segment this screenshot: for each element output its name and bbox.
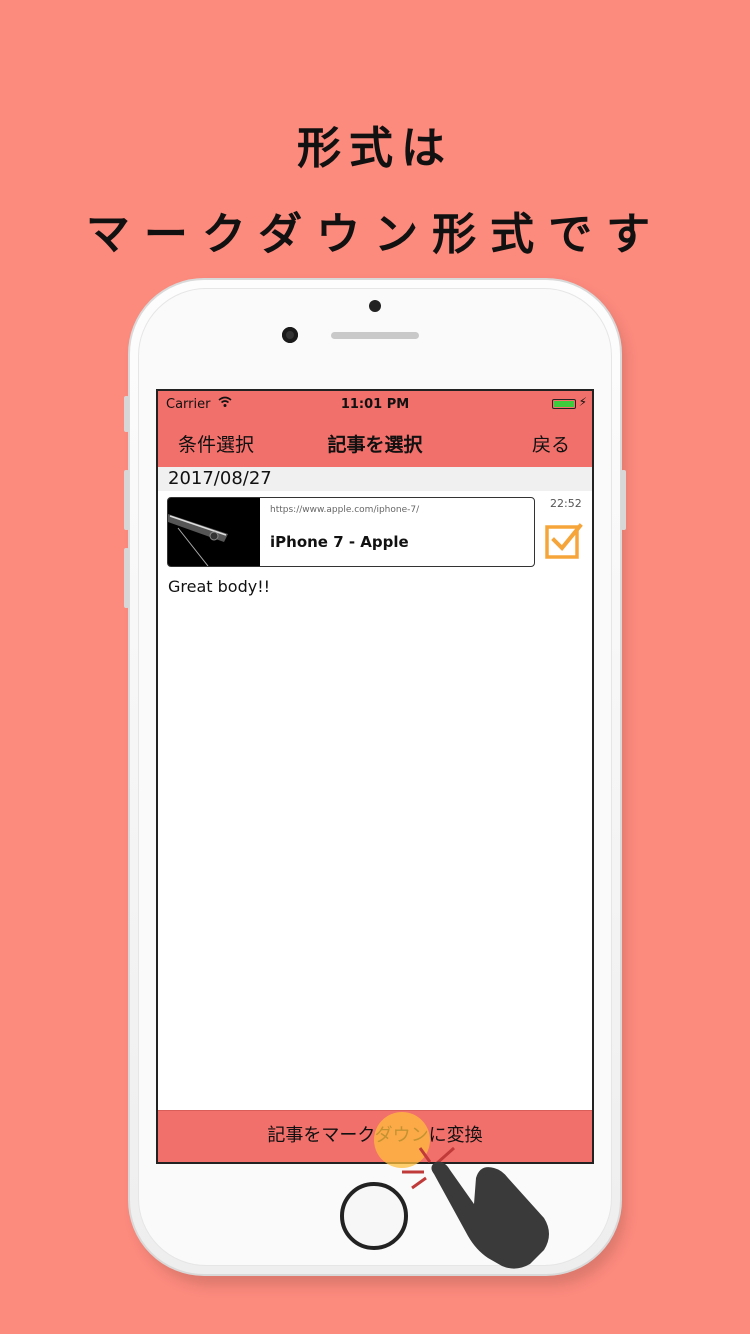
volume-up-button <box>124 470 129 530</box>
phone-screen: Carrier 11:01 PM ⚡ 条件選択 記事を選択 戻る 2017/08… <box>156 389 594 1164</box>
headline-line2: マークダウン形式です <box>85 209 665 260</box>
mute-switch <box>124 396 129 432</box>
headline-line1: 形式は <box>297 123 453 174</box>
section-date: 2017/08/27 <box>168 468 272 489</box>
earpiece-speaker <box>331 332 419 339</box>
article-title: iPhone 7 - Apple <box>270 533 409 551</box>
article-link-card[interactable]: https://www.apple.com/iphone-7/ iPhone 7… <box>167 497 535 567</box>
article-time: 22:52 <box>550 497 582 510</box>
status-bar: Carrier 11:01 PM ⚡ <box>158 391 592 417</box>
hand-tap-icon <box>402 1146 549 1269</box>
section-header: 2017/08/27 <box>158 467 592 491</box>
back-button[interactable]: 戻る <box>532 430 570 457</box>
bolt-icon: ⚡ <box>578 395 587 409</box>
article-url: https://www.apple.com/iphone-7/ <box>270 505 420 515</box>
proximity-sensor <box>369 300 381 312</box>
battery-icon <box>552 399 576 409</box>
checkbox-icon[interactable] <box>545 521 583 559</box>
navigation-bar: 条件選択 記事を選択 戻る <box>158 417 592 467</box>
volume-down-button <box>124 548 129 608</box>
article-thumbnail <box>168 498 260 566</box>
nav-title: 記事を選択 <box>327 434 423 456</box>
status-time: 11:01 PM <box>340 397 410 412</box>
article-comment: Great body!! <box>168 577 271 596</box>
power-button <box>621 470 626 530</box>
front-camera <box>282 327 298 343</box>
